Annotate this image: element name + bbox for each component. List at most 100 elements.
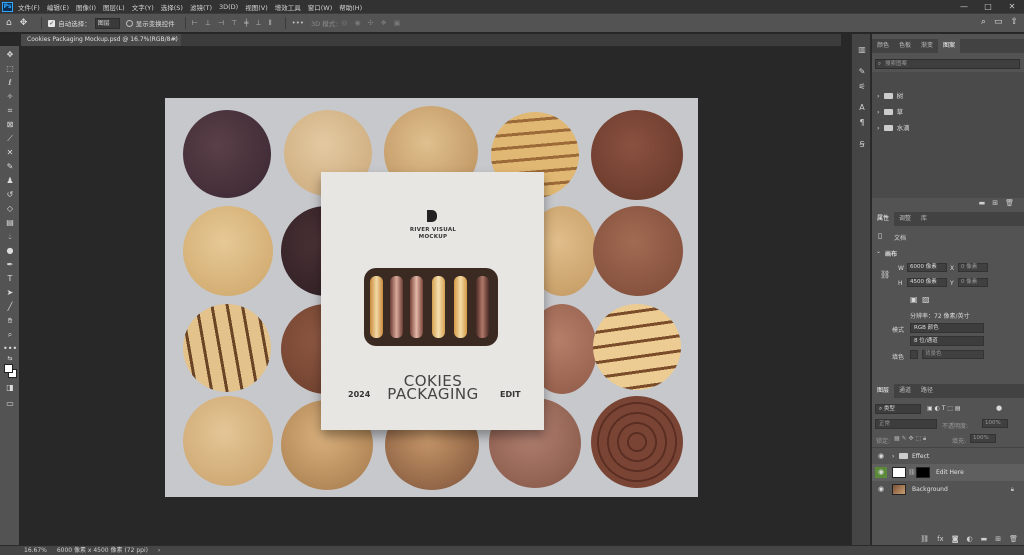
blur-icon[interactable]: 💧︎ [3,231,17,243]
more-options-icon[interactable]: ••• [292,19,304,27]
dodge-icon[interactable]: ● [3,245,17,257]
history-brush-icon[interactable]: ↺ [3,189,17,201]
tab-adjustments[interactable]: 调整 [894,212,916,226]
frame-icon[interactable]: ⊠ [3,119,17,131]
list-item[interactable]: › 水滴 [872,120,1024,136]
fill-select[interactable]: 背景色 [922,350,984,359]
orbit-3d-icon[interactable]: ◎ [341,19,347,27]
bit-depth-select[interactable]: 8 位/通道 [910,336,984,346]
roll-3d-icon[interactable]: ◉ [355,19,361,27]
menu-image[interactable]: 图像(I) [76,2,96,12]
healing-brush-icon[interactable]: ✕ [3,147,17,159]
photoshop-logo[interactable]: Ps [2,1,13,12]
align-left-icon[interactable]: ⊢ [192,19,198,27]
width-field[interactable]: 6000 像素 [907,263,947,272]
layer-row-effect[interactable]: ◉ › Effect [872,447,1024,464]
zoom-icon[interactable]: ⌕ [3,329,17,341]
status-menu-arrow[interactable]: › [158,547,160,554]
line-tool-icon[interactable]: ╱ [3,301,17,313]
landscape-orientation-icon[interactable]: ▨ [922,295,930,304]
align-vcenter-icon[interactable]: ╪ [244,19,248,27]
fill-swatch[interactable] [910,350,918,359]
auto-select-dropdown[interactable]: 图层 [94,17,120,29]
height-field[interactable]: 4500 像素 [907,278,947,287]
move-tool-icon[interactable]: ✥ [20,18,28,28]
layer-row-edit-here[interactable]: ◉ ⛓︎ Edit Here [872,464,1024,481]
lock-icons[interactable]: ▦ ✎ ✥ ⬚ 🔒︎ [894,435,926,443]
crop-icon[interactable]: ⌗ [3,105,17,117]
trash-icon[interactable]: 🗑︎ [1005,197,1014,209]
eye-icon[interactable]: ◉ [875,467,887,478]
new-pattern-icon[interactable]: ⊞ [992,197,998,209]
menu-layer[interactable]: 图层(L) [103,2,125,12]
new-layer-icon[interactable]: ⊞ [995,533,1001,545]
layer-filter-select[interactable]: ⌕ 类型 [875,404,921,414]
fx-icon[interactable]: fx [937,533,944,545]
tab-properties[interactable]: 属性 [872,212,895,226]
glyphs-icon[interactable]: Ꞩ [856,139,868,151]
align-right-icon[interactable]: ⊣ [218,19,224,27]
foreground-color-swatch[interactable] [4,364,13,373]
y-field[interactable]: 0 像素 [958,278,988,287]
marquee-icon[interactable]: ⬚ [3,63,17,75]
chevron-down-icon[interactable]: ⌄ [876,248,881,255]
pen-icon[interactable]: ✒ [3,259,17,271]
clone-stamp-icon[interactable]: ♟ [3,175,17,187]
character-icon[interactable]: A [856,102,868,114]
menu-view[interactable]: 视图(V) [245,2,268,12]
blend-mode-select[interactable]: 正常 [875,419,937,429]
brush-settings-icon[interactable]: ✎ [856,66,868,78]
close-window-button[interactable]: ✕ [1000,0,1024,13]
pan-3d-icon[interactable]: ✣ [368,19,374,27]
home-icon[interactable]: ⌂ [6,18,12,28]
paragraph-icon[interactable]: ¶ [856,117,868,129]
eyedropper-icon[interactable]: ⟋ [3,133,17,145]
menu-filter[interactable]: 滤镜(T) [190,2,212,12]
minimize-button[interactable]: — [952,0,976,13]
menu-edit[interactable]: 编辑(E) [47,2,69,12]
link-icon[interactable]: ⛓︎ [880,270,890,279]
document-tab[interactable]: Cookies Packaging Mockup.psd @ 16.7%(RGB… [21,34,181,46]
link-layers-icon[interactable]: ⛓︎ [920,533,929,545]
list-item[interactable]: › 树 [872,88,1024,104]
menu-3d[interactable]: 3D(D) [219,3,238,11]
x-field[interactable]: 0 像素 [958,263,988,272]
pattern-search-input[interactable]: ⌕ 搜索图案 [875,59,1020,69]
canvas-workspace[interactable]: RIVER VISUAL MOCKUP COKIES PACKAGING 202… [21,46,841,545]
tab-color[interactable]: 颜色 [872,39,894,53]
workspace-icon[interactable]: ▭ [994,17,1003,27]
type-tool-icon[interactable]: T [3,273,17,285]
close-tab-button[interactable]: × [172,34,177,46]
filter-toggle-icon[interactable]: ● [996,404,1002,412]
quick-mask-icon[interactable]: ◨ [3,382,17,394]
brush-icon[interactable]: ✎ [3,161,17,173]
tab-patterns[interactable]: 图案 [938,39,961,53]
portrait-orientation-icon[interactable]: ▣ [910,295,918,304]
chevron-right-icon[interactable]: › [892,448,894,465]
move-icon[interactable]: ✥ [3,49,17,61]
tab-gradients[interactable]: 渐变 [916,39,938,53]
mode-select[interactable]: RGB 颜色 [910,323,984,333]
chevron-right-icon[interactable]: › [877,92,880,100]
zoom-level[interactable]: 16.67% [24,547,47,554]
maximize-button[interactable]: □ [976,0,1000,13]
menu-window[interactable]: 窗口(W) [308,2,333,12]
scale-3d-icon[interactable]: ▣ [394,19,401,27]
tab-libraries[interactable]: 库 [916,212,932,226]
distribute-icon[interactable]: ⦀ [269,19,272,28]
menu-help[interactable]: 帮助(H) [339,2,362,12]
document-canvas[interactable]: RIVER VISUAL MOCKUP COKIES PACKAGING 202… [165,98,698,497]
menu-select[interactable]: 选择(S) [161,2,183,12]
align-hcenter-icon[interactable]: ⊥ [205,19,211,27]
list-item[interactable]: › 草 [872,104,1024,120]
menu-type[interactable]: 文字(Y) [132,2,154,12]
adjust-icon[interactable]: ⚟ [856,81,868,93]
auto-select-checkbox[interactable]: ✓ [48,19,56,27]
eraser-icon[interactable]: ◇ [3,203,17,215]
panel-layers-icon[interactable]: ▥ [856,44,868,56]
new-group-icon[interactable]: ▬ [979,197,986,209]
adjustment-layer-icon[interactable]: ◐ [967,533,973,545]
fill-opacity-field[interactable]: 100% [970,434,996,443]
gradient-icon[interactable]: ▤ [3,217,17,229]
lasso-icon[interactable]: ℓ [3,77,17,89]
